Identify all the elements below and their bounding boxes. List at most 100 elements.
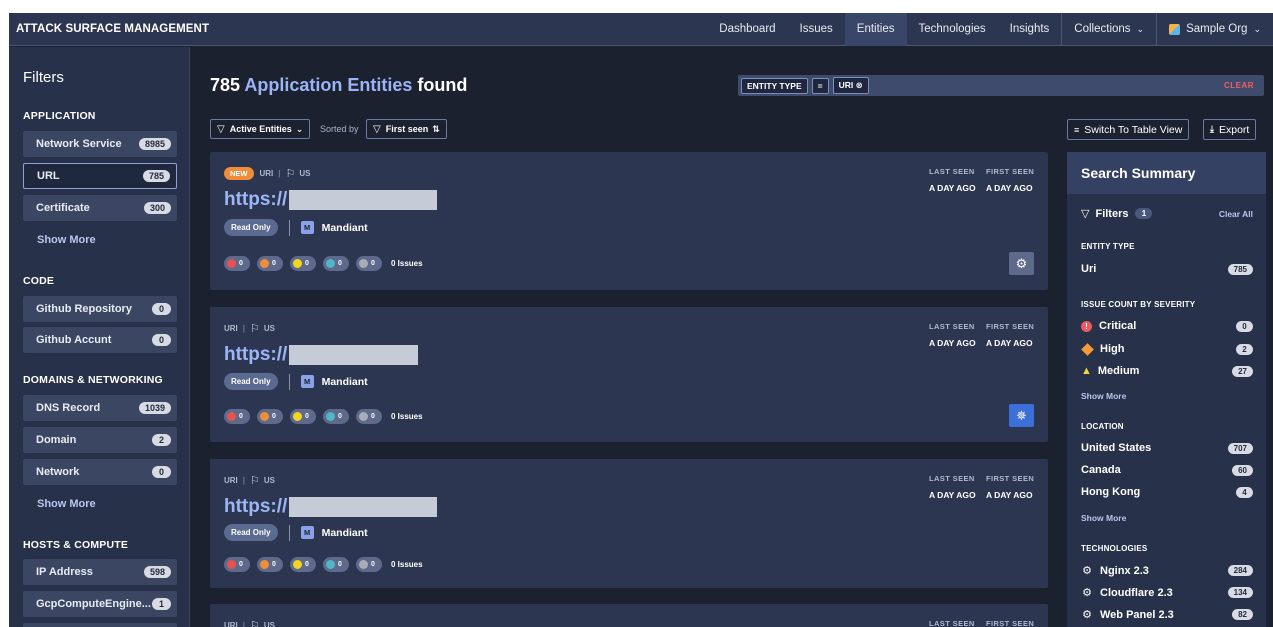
active-filter-bar[interactable]: ENTITY TYPE = URI ⊗ CLEAR (738, 75, 1264, 96)
sidebar-item-github-repository[interactable]: Github Repository 0 (23, 296, 177, 322)
sidebar-item-gcp-compute-engine[interactable]: GcpComputeEngine... 1 (23, 591, 177, 617)
filters-sidebar: Filters APPLICATION Network Service 8985 … (9, 47, 190, 627)
nav-technologies[interactable]: Technologies (907, 13, 998, 46)
critical-dot-icon (227, 560, 236, 569)
mandiant-icon: M (300, 221, 314, 234)
filter-chip-value[interactable]: URI ⊗ (832, 77, 869, 94)
first-seen-header: FIRST SEEN (986, 167, 1035, 176)
filter-chip-field[interactable]: ENTITY TYPE (741, 77, 808, 94)
summary-row-high[interactable]: High 2 (1081, 342, 1253, 356)
entity-url[interactable]: https:// (224, 496, 438, 518)
summary-row-uri[interactable]: Uri 785 (1081, 263, 1253, 275)
entity-url[interactable]: https:// (224, 189, 438, 211)
app-window: ATTACK SURFACE MANAGEMENT Dashboard Issu… (9, 13, 1273, 627)
sidebar-item-partial[interactable] (23, 623, 177, 627)
entity-meta: URI | ⚐ US (224, 475, 276, 487)
summary-row-nginx[interactable]: ⚙ Nginx 2.3 284 (1081, 564, 1253, 577)
count-badge: 0 (152, 466, 171, 478)
clear-filters-button[interactable]: CLEAR (1224, 81, 1254, 90)
summary-row-medium[interactable]: ▲ Medium 27 (1081, 365, 1253, 377)
org-switcher[interactable]: Sample Org ⌄ (1157, 13, 1273, 46)
high-icon (1081, 342, 1094, 356)
entity-card[interactable]: URI | ⚐ US https:// Read Only M Mandiant 0 … (210, 459, 1048, 588)
show-more-severity[interactable]: Show More (1081, 391, 1126, 401)
summary-row-canada[interactable]: Canada 60 (1081, 464, 1253, 476)
issue-counts: 0 0 0 0 0 0 Issues (224, 409, 423, 424)
search-summary-title: Search Summary (1067, 152, 1266, 194)
entity-url[interactable]: https:// (224, 344, 419, 366)
count: 0 (272, 413, 276, 420)
info-count-pill: 0 (356, 557, 382, 572)
sidebar-item-certificate[interactable]: Certificate 300 (23, 195, 177, 221)
medium-dot-icon (293, 259, 302, 268)
entity-tags: Read Only M Mandiant (224, 524, 368, 541)
download-icon: ⤓ (1210, 124, 1214, 134)
issue-counts: 0 0 0 0 0 0 Issues (224, 557, 423, 572)
count: 0 (272, 561, 276, 568)
url-prefix: https:// (224, 344, 288, 365)
summary-row-cloudflare[interactable]: ⚙ Cloudflare 2.3 134 (1081, 586, 1253, 599)
result-type: Application Entities (244, 75, 413, 95)
row-label: Uri (1081, 263, 1097, 275)
warning-icon: ▲ (1081, 365, 1092, 377)
summary-row-hong-kong[interactable]: Hong Kong 4 (1081, 486, 1253, 498)
entity-card[interactable]: NEW URI | ⚐ US https:// Read Only M Mandian… (210, 152, 1048, 290)
sidebar-item-network[interactable]: Network 0 (23, 459, 177, 485)
export-button[interactable]: ⤓ Export (1203, 119, 1257, 140)
sort-first-seen-button[interactable]: ▽ First seen ⇅ (366, 119, 447, 139)
gear-icon: ⚙ (1082, 587, 1092, 599)
issues-total: 0 Issues (391, 412, 423, 421)
sidebar-item-github-account[interactable]: Github Accunt 0 (23, 327, 177, 353)
clear-all-button[interactable]: Clear All (1219, 209, 1253, 219)
count: 0 (338, 413, 342, 420)
technology-gear-icon[interactable]: ⚙ (1009, 252, 1034, 275)
entity-card[interactable]: URI | ⚐ US https:// Read Only M Mandiant 0 … (210, 307, 1048, 442)
nav-entities[interactable]: Entities (844, 13, 907, 46)
nav-insights[interactable]: Insights (998, 13, 1062, 46)
top-nav: ATTACK SURFACE MANAGEMENT Dashboard Issu… (9, 13, 1273, 46)
nav-issues[interactable]: Issues (788, 13, 845, 46)
low-count-pill: 0 (323, 256, 349, 271)
flag-icon: ⚐ (250, 323, 260, 335)
switch-view-label: Switch To Table View (1084, 123, 1183, 136)
sidebar-item-ip-address[interactable]: IP Address 598 (23, 559, 177, 585)
kubernetes-icon[interactable]: ✵ (1009, 404, 1034, 427)
sidebar-item-label: Github Repository (36, 303, 132, 315)
count: 0 (305, 260, 309, 267)
sidebar-item-label: Network (36, 466, 80, 478)
funnel-icon: ▽ (217, 123, 225, 135)
chevron-down-icon: ⌄ (295, 123, 304, 134)
count: 0 (371, 260, 375, 267)
first-seen-header: FIRST SEEN (986, 619, 1035, 627)
last-seen-header: LAST SEEN (929, 619, 975, 627)
sidebar-item-domain[interactable]: Domain 2 (23, 427, 177, 453)
sidebar-item-label: Certificate (36, 202, 90, 214)
count: 0 (239, 561, 243, 568)
summary-row-united-states[interactable]: United States 707 (1081, 442, 1253, 454)
entity-tags: Read Only M Mandiant (224, 219, 368, 236)
summary-row-critical[interactable]: ! Critical 0 (1081, 320, 1253, 332)
filter-chip-operator[interactable]: = (811, 77, 829, 94)
nav-collections[interactable]: Collections ⌄ (1062, 13, 1156, 46)
funnel-icon: ▽ (1081, 208, 1090, 220)
gear-icon: ⚙ (1082, 609, 1092, 621)
show-more-domains[interactable]: Show More (37, 498, 96, 510)
entity-type-header: ENTITY TYPE (1081, 242, 1135, 251)
issue-counts: 0 0 0 0 0 0 Issues (224, 256, 423, 271)
show-more-application[interactable]: Show More (37, 234, 96, 246)
entity-card[interactable]: URI | ⚐ US LAST SEEN FIRST SEEN (210, 604, 1048, 627)
sidebar-item-network-service[interactable]: Network Service 8985 (23, 131, 177, 157)
sidebar-item-dns-record[interactable]: DNS Record 1039 (23, 395, 177, 421)
active-entities-dropdown[interactable]: ▽ Active Entities ⌄ (210, 119, 311, 139)
sidebar-item-url[interactable]: URL 785 (23, 163, 177, 189)
medium-count-pill: 0 (290, 256, 316, 271)
show-more-location[interactable]: Show More (1081, 513, 1126, 523)
summary-row-web-panel[interactable]: ⚙ Web Panel 2.3 82 (1081, 608, 1253, 621)
entity-country: US (299, 169, 311, 178)
nav-dashboard[interactable]: Dashboard (707, 13, 787, 46)
count-badge: 1039 (138, 402, 171, 414)
last-seen-header: LAST SEEN (929, 322, 975, 331)
switch-to-table-view-button[interactable]: ≡ Switch To Table View (1067, 119, 1190, 140)
org-icon (1169, 23, 1181, 35)
section-hosts-compute: HOSTS & COMPUTE (23, 539, 129, 551)
